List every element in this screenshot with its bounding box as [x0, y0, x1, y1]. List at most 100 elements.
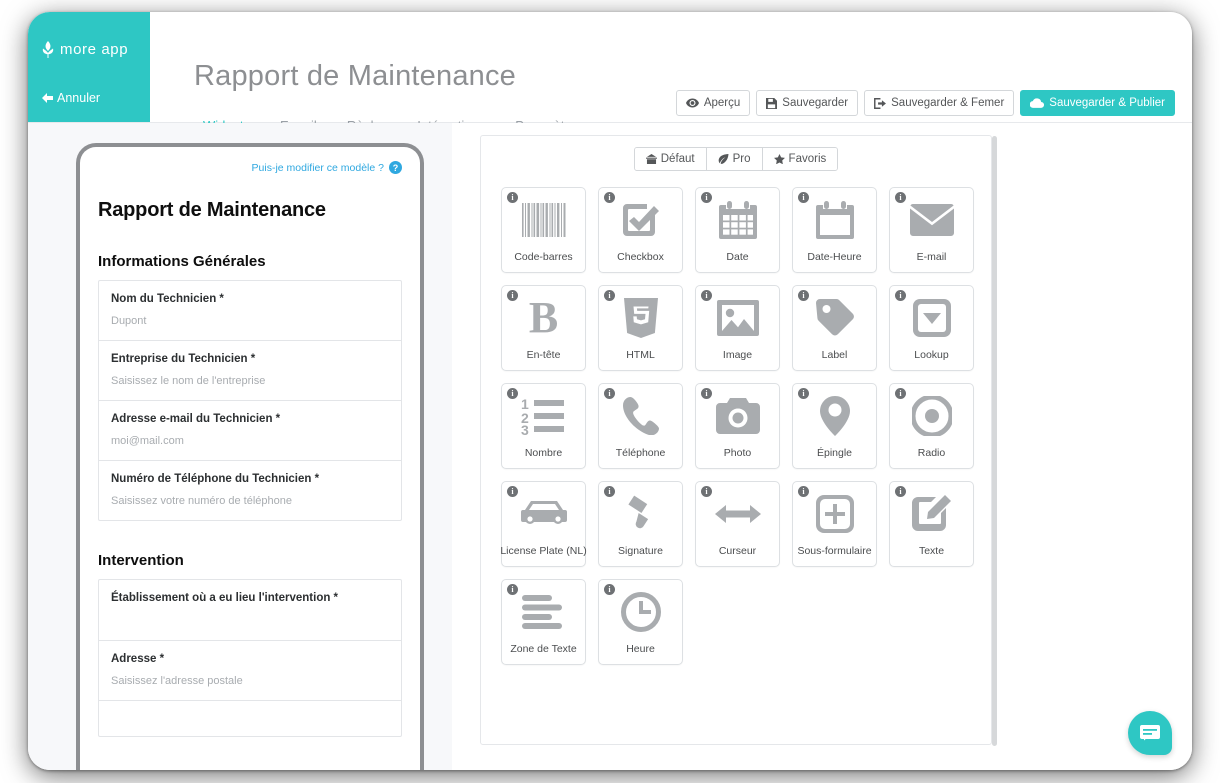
floppy-disk-icon	[766, 97, 778, 109]
widget-label: Sous-formulaire	[797, 545, 872, 558]
widget-zone-de-texte[interactable]: i Zone de Texte	[501, 579, 586, 665]
widget-label: Image	[722, 349, 753, 362]
info-icon[interactable]: i	[798, 290, 809, 301]
chat-bubble-icon	[1140, 725, 1160, 741]
save-and-publish-button[interactable]: Sauvegarder & Publier	[1020, 90, 1175, 116]
info-icon[interactable]: i	[604, 290, 615, 301]
widget-code-barres[interactable]: i Code-barres	[501, 187, 586, 273]
widget-image[interactable]: i Image	[695, 285, 780, 371]
widget-label: Curseur	[718, 545, 757, 558]
filter-favoris[interactable]: Favoris	[762, 148, 838, 170]
info-icon[interactable]: i	[701, 192, 712, 203]
widget-lookup[interactable]: i Lookup	[889, 285, 974, 371]
info-icon[interactable]: i	[507, 192, 518, 203]
info-icon[interactable]: i	[701, 388, 712, 399]
page-title: Rapport de Maintenance	[194, 60, 516, 92]
widget-grid: i Code-barres i Checkbox i Date i Date-H…	[481, 171, 981, 665]
save-label: Sauvegarder	[782, 97, 849, 109]
save-and-publish-label: Sauvegarder & Publier	[1049, 97, 1165, 109]
save-button[interactable]: Sauvegarder	[756, 90, 859, 116]
field-numero-de-telephone-du-technicien[interactable]: Numéro de Téléphone du Technicien * Sais…	[99, 461, 401, 520]
widget-date-heure[interactable]: i Date-Heure	[792, 187, 877, 273]
field-next-partial[interactable]	[99, 701, 401, 736]
widget-label: Lookup	[914, 349, 949, 362]
widget-label: HTML	[626, 349, 655, 362]
preview-label: Aperçu	[703, 97, 741, 109]
widget-label: En-tête	[526, 349, 561, 362]
info-icon[interactable]: i	[701, 290, 712, 301]
brand-logo: more app	[41, 41, 128, 58]
leaf-icon	[718, 154, 729, 164]
widget-license-plate[interactable]: i License Plate (NL)	[500, 481, 587, 567]
info-icon[interactable]: i	[604, 584, 615, 595]
save-and-close-button[interactable]: Sauvegarder & Femer	[864, 90, 1015, 116]
widget-panel-scrollbar[interactable]	[992, 136, 997, 746]
widget-en-tete[interactable]: i B En-tête	[501, 285, 586, 371]
widget-texte[interactable]: i Texte	[889, 481, 974, 567]
widget-label: Zone de Texte	[510, 643, 577, 656]
info-icon[interactable]: i	[701, 486, 712, 497]
field-entreprise-du-technicien[interactable]: Entreprise du Technicien * Saisissez le …	[99, 341, 401, 401]
arrow-left-icon	[42, 93, 53, 103]
widget-epingle[interactable]: i Épingle	[792, 383, 877, 469]
field-adresse[interactable]: Adresse * Saisissez l'adresse postale	[99, 641, 401, 701]
widget-label: Label	[821, 349, 848, 362]
filter-pro[interactable]: Pro	[706, 148, 763, 170]
chat-button[interactable]	[1128, 711, 1172, 755]
widget-label: E-mail	[916, 251, 947, 264]
info-icon[interactable]: i	[604, 192, 615, 203]
info-icon[interactable]: i	[895, 290, 906, 301]
field-label: Adresse *	[111, 653, 165, 665]
widget-email[interactable]: i E-mail	[889, 187, 974, 273]
widget-label: Photo	[723, 447, 752, 460]
info-icon[interactable]: i	[507, 388, 518, 399]
widget-label-widget[interactable]: i Label	[792, 285, 877, 371]
field-etablissement-intervention[interactable]: Établissement où a eu lieu l'interventio…	[99, 580, 401, 641]
info-icon[interactable]: i	[798, 192, 809, 203]
widget-curseur[interactable]: i Curseur	[695, 481, 780, 567]
widget-html[interactable]: i HTML	[598, 285, 683, 371]
section-title-informations-generales: Informations Générales	[98, 253, 266, 270]
star-icon	[773, 154, 785, 164]
widget-label: Nombre	[524, 447, 563, 460]
filter-defaut[interactable]: Défaut	[634, 148, 707, 170]
field-nom-du-technicien[interactable]: Nom du Technicien * Dupont	[99, 281, 401, 341]
field-group-intervention: Établissement où a eu lieu l'interventio…	[98, 579, 402, 737]
widget-radio[interactable]: i Radio	[889, 383, 974, 469]
svg-text:3: 3	[521, 422, 529, 435]
info-icon[interactable]: i	[507, 486, 518, 497]
field-placeholder: Saisissez l'adresse postale	[111, 675, 243, 687]
info-icon[interactable]: i	[604, 486, 615, 497]
widget-telephone[interactable]: i Téléphone	[598, 383, 683, 469]
filter-label: Défaut	[660, 153, 695, 165]
widget-label: Date-Heure	[807, 251, 862, 264]
info-icon[interactable]: i	[798, 388, 809, 399]
field-label: Adresse e-mail du Technicien *	[111, 413, 281, 425]
info-icon[interactable]: i	[798, 486, 809, 497]
widget-signature[interactable]: i Signature	[598, 481, 683, 567]
widget-date[interactable]: i Date	[695, 187, 780, 273]
widget-label: Signature	[618, 545, 663, 558]
info-icon[interactable]: i	[895, 388, 906, 399]
widget-heure[interactable]: i Heure	[598, 579, 683, 665]
widget-nombre[interactable]: i 1 2 3 Nombre	[501, 383, 586, 469]
filter-label: Favoris	[788, 153, 827, 165]
cancel-button[interactable]: Annuler	[42, 91, 100, 105]
widget-checkbox[interactable]: i Checkbox	[598, 187, 683, 273]
preview-button[interactable]: Aperçu	[675, 90, 751, 116]
modify-template-link[interactable]: Puis-je modifier ce modèle ? ?	[98, 161, 402, 174]
info-icon[interactable]: i	[507, 290, 518, 301]
info-icon[interactable]: i	[895, 486, 906, 497]
field-placeholder: moi@mail.com	[111, 435, 184, 447]
form-title: Rapport de Maintenance	[98, 199, 326, 221]
help-icon[interactable]: ?	[389, 161, 402, 174]
field-adresse-email-du-technicien[interactable]: Adresse e-mail du Technicien * moi@mail.…	[99, 401, 401, 461]
widget-photo[interactable]: i Photo	[695, 383, 780, 469]
info-icon[interactable]: i	[507, 584, 518, 595]
widget-label: Date	[726, 251, 749, 264]
widget-sous-formulaire[interactable]: i Sous-formulaire	[792, 481, 877, 567]
widget-label: Radio	[917, 447, 946, 460]
widget-label: Code-barres	[514, 251, 573, 264]
info-icon[interactable]: i	[604, 388, 615, 399]
info-icon[interactable]: i	[895, 192, 906, 203]
